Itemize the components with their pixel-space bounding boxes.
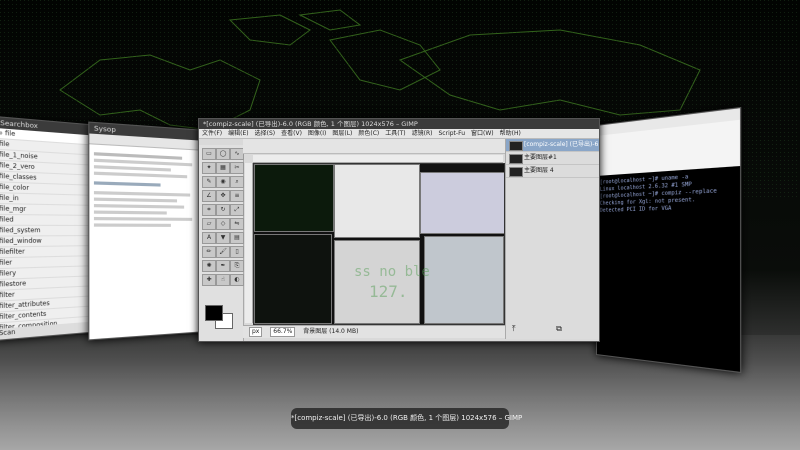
window-title: *[compiz-scale] (已导出)-6.0 (RGB 颜色, 1 个图层… (199, 119, 599, 129)
fuzzy-select-icon[interactable]: ✦ (202, 162, 216, 174)
clone-icon[interactable]: ⎘ (230, 260, 244, 272)
list-item[interactable]: filed_system (0, 225, 100, 237)
layer-name: 主要图层#1 (524, 154, 557, 161)
rotate-icon[interactable]: ↻ (216, 204, 230, 216)
thumbnail-document (334, 164, 420, 238)
duplicate-layer-icon[interactable]: ⧉ (556, 324, 562, 333)
text-icon[interactable]: A (202, 232, 216, 244)
ink-icon[interactable]: ✒ (216, 260, 230, 272)
thumbnail-desktop (254, 164, 334, 232)
layer-thumbnail (509, 167, 523, 177)
horizontal-ruler (253, 155, 503, 163)
flip-icon[interactable]: ⇋ (230, 218, 244, 230)
free-select-icon[interactable]: ∿ (230, 148, 244, 160)
color-picker-icon[interactable]: ◉ (216, 176, 230, 188)
thumbnail-browser (424, 236, 504, 324)
thumbnail-gimp (420, 172, 504, 234)
paintbrush-icon[interactable]: 🖌 (216, 246, 230, 258)
eraser-icon[interactable]: ▯ (230, 246, 244, 258)
thumbnail-terminal (254, 234, 332, 324)
search-icon: ⌕ (0, 129, 3, 138)
align-icon[interactable]: ≡ (230, 190, 244, 202)
menu-item[interactable]: 颜色(C) (358, 130, 379, 137)
list-item[interactable]: filed (0, 214, 100, 226)
layer-actions: ⤒ ⧉ (506, 323, 599, 335)
layer-name: 主要图层 4 (524, 167, 554, 174)
window-caption: *[compiz-scale] (已导出)-6.0 (RGB 颜色, 1 个图层… (291, 408, 522, 429)
layer-row[interactable]: 主要图层#1 (506, 152, 599, 165)
document-body (89, 144, 206, 234)
menu-item[interactable]: 查看(V) (281, 130, 302, 137)
heal-icon[interactable]: ✚ (202, 274, 216, 286)
menu-bar: 文件(F) 编辑(E) 选择(S) 查看(V) 图像(I) 图层(L) 颜色(C) 工具(T)… (199, 129, 599, 139)
perspective-icon[interactable]: ◇ (216, 218, 230, 230)
smudge-icon[interactable]: ☝ (216, 274, 230, 286)
bucket-fill-icon[interactable]: ▼ (216, 232, 230, 244)
menu-item[interactable]: 工具(T) (385, 130, 405, 137)
window-terminal[interactable]: [root@localhost ~]# uname -a Linux localh… (596, 106, 742, 374)
layer-thumbnail (509, 141, 523, 151)
menu-item[interactable]: 选择(S) (255, 130, 276, 137)
menu-item[interactable]: 滤镜(R) (412, 130, 433, 137)
layer-row[interactable]: 主要图层 4 (506, 165, 599, 178)
window-document[interactable]: Sysop (88, 121, 207, 341)
layers-panel: [compiz-scale] (已导出)-6.0 主要图层#1 主要图层 4 ⤒ ⧉ (505, 139, 600, 339)
scissors-icon[interactable]: ✂ (230, 162, 244, 174)
color-select-icon[interactable]: ▦ (216, 162, 230, 174)
raise-layer-icon[interactable]: ⤒ (512, 324, 516, 333)
menu-item[interactable]: 图像(I) (308, 130, 326, 137)
airbrush-icon[interactable]: ✺ (202, 260, 216, 272)
zoom-icon[interactable]: ⌕ (230, 176, 244, 188)
blend-icon[interactable]: ▤ (230, 232, 244, 244)
layer-list: [compiz-scale] (已导出)-6.0 主要图层#1 主要图层 4 (506, 139, 600, 178)
shear-icon[interactable]: ▱ (202, 218, 216, 230)
tool-options (243, 139, 505, 154)
desktop: Searchbox ⌕ file file file_1_noise file_2_… (0, 0, 800, 450)
pencil-icon[interactable]: ✏ (202, 246, 216, 258)
zoom-select[interactable]: 66.7% (270, 327, 296, 337)
vertical-ruler (245, 163, 253, 323)
layer-thumbnail (509, 154, 523, 164)
window-gimp[interactable]: *[compiz-scale] (已导出)-6.0 (RGB 颜色, 1 个图层… (198, 118, 600, 342)
menu-item[interactable]: Script-Fu (439, 130, 466, 137)
image-canvas[interactable]: ss no ble 127. (253, 163, 505, 325)
status-text: 背景图层 (14.0 MB) (303, 328, 359, 335)
measure-icon[interactable]: ∠ (202, 190, 216, 202)
menu-item[interactable]: 编辑(E) (228, 130, 248, 137)
move-icon[interactable]: ✥ (216, 190, 230, 202)
foreground-color-swatch[interactable] (205, 305, 223, 321)
ellipse-select-icon[interactable]: ◯ (216, 148, 230, 160)
layer-row[interactable]: [compiz-scale] (已导出)-6.0 (506, 139, 600, 152)
overlay-text: ss no ble (354, 264, 430, 280)
file-list: file file_1_noise file_2_vero file_classes f… (0, 138, 100, 342)
unit-select[interactable]: px (249, 327, 263, 337)
window-file-list[interactable]: Searchbox ⌕ file file file_1_noise file_2_… (0, 115, 101, 342)
scale-icon[interactable]: ⤢ (230, 204, 244, 216)
crop-icon[interactable]: ⌗ (202, 204, 216, 216)
overlay-number: 127. (369, 282, 408, 301)
toolbox: ▭ ◯ ∿ ✦ ▦ ✂ ✎ ◉ ⌕ ∠ ✥ ≡ ⌗ ↻ ⤢ ▱ ◇ ⇋ A ▼ (199, 145, 244, 341)
rect-select-icon[interactable]: ▭ (202, 148, 216, 160)
layer-name: [compiz-scale] (已导出)-6.0 (524, 141, 600, 148)
status-bar: px 66.7% 背景图层 (14.0 MB) (243, 325, 505, 338)
menu-item[interactable]: 图层(L) (332, 130, 352, 137)
menu-item[interactable]: 帮助(H) (500, 130, 521, 137)
menu-item[interactable]: 文件(F) (202, 130, 222, 137)
menu-item[interactable]: 窗口(W) (471, 130, 494, 137)
dodge-icon[interactable]: ◐ (230, 274, 244, 286)
paths-icon[interactable]: ✎ (202, 176, 216, 188)
